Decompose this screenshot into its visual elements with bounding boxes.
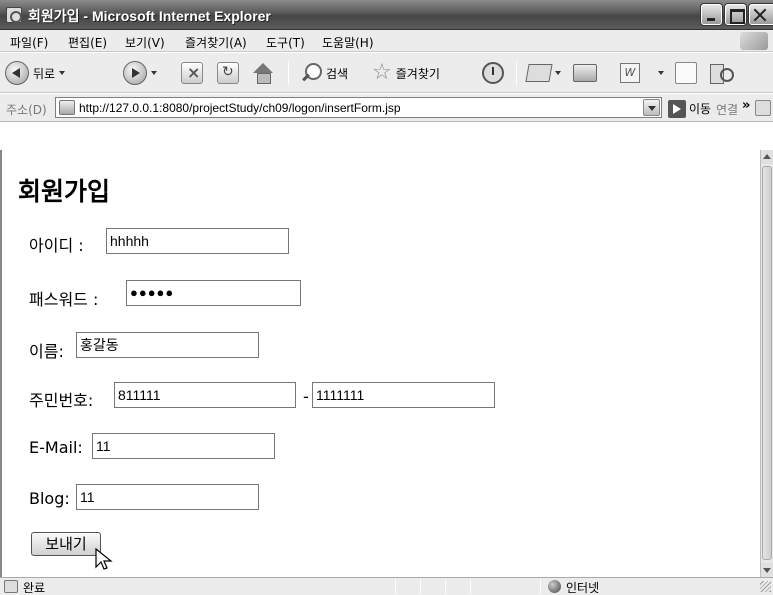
go-arrow-icon <box>668 99 686 118</box>
discuss-icon <box>675 62 697 84</box>
menu-bar: 파일(F) 편집(E) 보기(V) 즐겨찾기(A) 도구(T) 도움말(H) <box>0 30 773 52</box>
edit-button[interactable]: W <box>620 59 664 87</box>
close-button[interactable] <box>749 4 773 25</box>
edit-dropdown-icon[interactable] <box>658 71 664 75</box>
name-label: 이름: <box>29 342 64 361</box>
id-label: 아이디 : <box>29 236 84 255</box>
status-text: 완료 <box>23 581 46 595</box>
mail-dropdown-icon[interactable] <box>555 71 561 75</box>
vertical-scrollbar[interactable] <box>760 150 773 577</box>
search-icon <box>300 62 322 84</box>
links-label[interactable]: 연결 <box>716 101 738 118</box>
window-title: 회원가입 - Microsoft Internet Explorer <box>28 8 271 24</box>
research-icon <box>710 62 734 84</box>
mouse-cursor-icon <box>95 548 113 570</box>
scroll-down-button[interactable] <box>761 563 773 577</box>
status-divider <box>445 579 446 594</box>
ssn-label: 주민번호: <box>29 391 94 410</box>
ie-app-icon <box>6 7 22 23</box>
search-button[interactable]: 검색 <box>300 59 348 87</box>
print-button[interactable] <box>573 59 597 87</box>
minimize-button[interactable] <box>701 4 722 25</box>
links-chevron-icon[interactable]: » <box>742 98 750 113</box>
go-button[interactable]: 이동 <box>668 99 711 118</box>
password-input[interactable]: ●●●●● <box>126 280 301 306</box>
back-label: 뒤로 <box>33 66 56 81</box>
title-bar: 회원가입 - Microsoft Internet Explorer <box>0 0 773 30</box>
id-input[interactable]: hhhhh <box>106 228 289 254</box>
toolbar: 뒤로 검색 ☆ 즐겨찾기 W <box>0 53 773 93</box>
status-divider <box>420 579 421 594</box>
print-icon <box>573 64 597 82</box>
home-icon <box>252 62 274 84</box>
address-url[interactable]: http://127.0.0.1:8080/projectStudy/ch09/… <box>79 101 401 115</box>
submit-button[interactable]: 보내기 <box>31 532 101 556</box>
forward-button[interactable] <box>123 59 157 87</box>
blog-input[interactable]: 11 <box>76 484 259 510</box>
scroll-up-button[interactable] <box>761 150 773 164</box>
status-divider <box>470 579 471 594</box>
status-divider <box>540 579 541 594</box>
go-label: 이동 <box>689 102 712 116</box>
stop-icon <box>181 62 203 84</box>
ssn-dash: - <box>303 387 309 406</box>
page-content: 회원가입 아이디 : hhhhh 패스워드 : ●●●●● 이름: 홍갈동 주민… <box>0 150 760 577</box>
research-button[interactable] <box>710 59 734 87</box>
menu-tools[interactable]: 도구(T) <box>266 34 305 51</box>
status-divider <box>395 579 396 594</box>
menu-edit[interactable]: 편집(E) <box>68 34 107 51</box>
stop-button[interactable] <box>181 59 203 87</box>
favorites-button[interactable]: ☆ 즐겨찾기 <box>372 59 440 87</box>
star-icon: ☆ <box>372 60 392 85</box>
forward-dropdown-icon[interactable] <box>151 71 157 75</box>
menu-view[interactable]: 보기(V) <box>125 34 165 51</box>
status-bar: 완료 인터넷 <box>0 577 773 595</box>
forward-arrow-icon <box>123 61 147 85</box>
refresh-icon <box>217 62 239 84</box>
email-label: E-Mail: <box>29 438 83 457</box>
back-button[interactable]: 뒤로 <box>5 59 66 87</box>
page-status-icon <box>4 580 18 593</box>
windows-logo-icon <box>740 32 768 50</box>
page-title: 회원가입 <box>18 177 111 206</box>
blog-label: Blog: <box>29 489 70 508</box>
name-input[interactable]: 홍갈동 <box>76 332 259 358</box>
address-dropdown-button[interactable] <box>643 99 660 116</box>
ssn-first-input[interactable]: 811111 <box>114 382 296 408</box>
word-icon: W <box>620 63 640 83</box>
internet-zone-icon <box>548 580 561 593</box>
address-label: 주소(D) <box>6 103 47 117</box>
extension-icon[interactable] <box>755 100 771 116</box>
refresh-button[interactable] <box>217 59 239 87</box>
toolbar-separator <box>516 61 517 85</box>
email-input[interactable]: 11 <box>92 433 275 459</box>
search-label: 검색 <box>326 66 349 81</box>
mail-button[interactable] <box>525 59 561 87</box>
mail-icon <box>525 64 553 82</box>
favorites-label: 즐겨찾기 <box>395 66 440 81</box>
back-arrow-icon <box>5 61 29 85</box>
discuss-button[interactable] <box>675 59 697 87</box>
password-label: 패스워드 : <box>29 290 99 309</box>
toolbar-separator <box>288 61 289 85</box>
resize-grip[interactable] <box>760 581 771 592</box>
home-button[interactable] <box>252 59 274 87</box>
menu-help[interactable]: 도움말(H) <box>322 34 374 51</box>
address-input[interactable]: http://127.0.0.1:8080/projectStudy/ch09/… <box>55 97 662 118</box>
maximize-button[interactable] <box>725 4 746 25</box>
history-button[interactable] <box>482 59 504 87</box>
ssn-second-input[interactable]: 1111111 <box>312 382 495 408</box>
page-icon <box>59 100 75 115</box>
scroll-thumb[interactable] <box>762 166 772 560</box>
back-dropdown-icon[interactable] <box>59 71 66 75</box>
history-icon <box>482 62 504 84</box>
menu-file[interactable]: 파일(F) <box>10 34 48 51</box>
zone-label: 인터넷 <box>566 581 600 595</box>
menu-favorites[interactable]: 즐겨찾기(A) <box>185 34 247 51</box>
address-bar: 주소(D) http://127.0.0.1:8080/projectStudy… <box>0 94 773 122</box>
